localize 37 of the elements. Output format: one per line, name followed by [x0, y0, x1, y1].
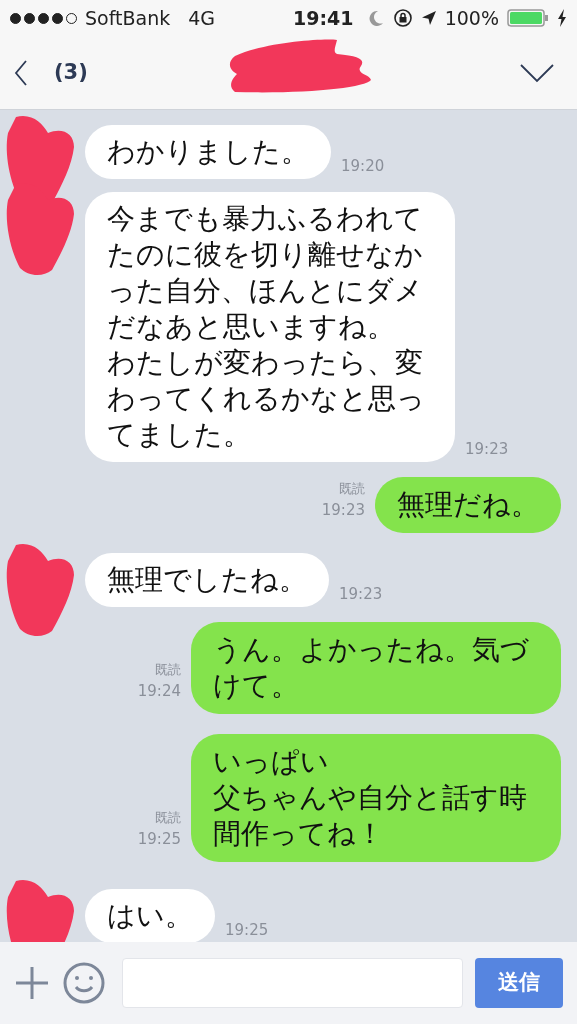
- rotation-lock-icon: [392, 8, 413, 28]
- clock-time: 19:41: [293, 5, 354, 31]
- location-arrow-icon: [420, 10, 437, 26]
- carrier-name: SoftBank: [85, 5, 171, 31]
- add-button[interactable]: [14, 965, 50, 1001]
- message-text: わたしが変わったら、変わってくれるかなと思ってました。: [107, 345, 426, 453]
- send-button[interactable]: 送信: [475, 958, 563, 1008]
- incoming-message: はい。: [85, 889, 215, 942]
- message-input-field[interactable]: [122, 958, 463, 1008]
- message-time: 19:23: [465, 438, 509, 460]
- message-text: 今までも暴力ふるわれてたのに彼を切り離せなかった自分、ほんとにダメだなあと思いますね。: [107, 201, 424, 345]
- message-text: 父ちゃんや自分と話す時間作ってね！: [213, 780, 528, 852]
- plus-icon: [14, 965, 50, 1001]
- outgoing-message: うん。よかったね。気づけて。: [191, 622, 561, 714]
- back-chevron-icon: [14, 58, 28, 87]
- read-receipt: 既読: [155, 809, 181, 827]
- message-time: 19:20: [341, 155, 385, 177]
- back-button[interactable]: (3): [14, 56, 88, 89]
- charging-bolt-icon: [557, 9, 567, 27]
- message-time: 19:24: [137, 680, 181, 702]
- incoming-message: わかりました。: [85, 125, 331, 179]
- network-type: 4G: [188, 5, 216, 31]
- message-time: 19:25: [137, 828, 181, 850]
- read-receipt: 既読: [339, 480, 365, 498]
- read-receipt: 既読: [155, 661, 181, 679]
- smiley-icon: [62, 961, 106, 1005]
- chevron-down-icon: [519, 62, 555, 83]
- message-time: 19:23: [321, 499, 365, 521]
- message-time: 19:23: [339, 583, 383, 605]
- dropdown-button[interactable]: [519, 62, 555, 83]
- message-time: 19:25: [225, 919, 269, 941]
- battery-icon: [507, 8, 549, 28]
- message-text: いっぱい: [213, 744, 330, 780]
- outgoing-message: 無理だね。: [375, 477, 561, 533]
- emoji-button[interactable]: [62, 961, 106, 1005]
- battery-percent: 100%: [444, 5, 499, 31]
- incoming-message: 無理でしたね。: [85, 553, 329, 607]
